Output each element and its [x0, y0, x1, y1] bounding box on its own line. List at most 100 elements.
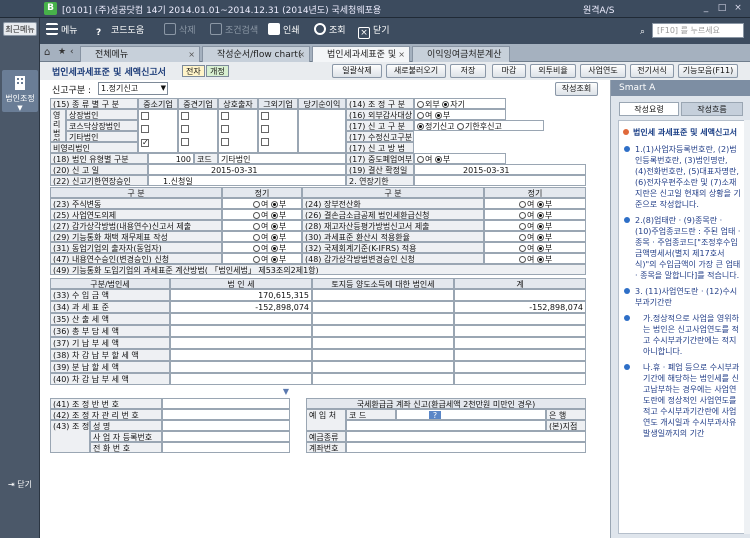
query-button[interactable]: 조회 — [314, 23, 346, 39]
radio-yes[interactable] — [519, 256, 526, 263]
radio-yes[interactable] — [519, 201, 526, 208]
tax-row-land[interactable] — [312, 361, 454, 373]
maximize-button[interactable]: □ — [716, 3, 728, 14]
tax-row-total[interactable] — [454, 337, 586, 349]
division-select[interactable]: 1.정기신고 ▼ — [98, 82, 168, 95]
menu-button[interactable]: 메뉴 — [46, 23, 78, 39]
r19-value[interactable]: 2015-03-31 — [414, 164, 586, 175]
radio-yes[interactable] — [519, 223, 526, 230]
radio-no[interactable] — [434, 156, 442, 163]
tax-row-land[interactable] — [312, 301, 454, 313]
tab-close-icon[interactable]: × — [188, 47, 195, 63]
checkbox[interactable] — [181, 112, 189, 120]
tax-row-corp[interactable] — [170, 373, 312, 385]
tax-row-total[interactable] — [454, 361, 586, 373]
radio-no[interactable] — [536, 234, 544, 241]
tax-row-land[interactable] — [312, 373, 454, 385]
radio-external[interactable] — [417, 101, 424, 108]
r43-bizno-value[interactable] — [162, 431, 290, 442]
electronic-badge[interactable]: 전자 — [182, 65, 205, 77]
tab-flow[interactable]: 작성흐름 — [681, 102, 743, 116]
tax-row-land[interactable] — [312, 349, 454, 361]
bulk-delete-button[interactable]: 일괄삭제 — [332, 64, 382, 78]
revision-badge[interactable]: 개정 — [206, 65, 229, 77]
radio-yes[interactable] — [519, 245, 526, 252]
close-period-button[interactable]: 마감 — [492, 64, 526, 78]
radio-no[interactable] — [536, 223, 544, 230]
menu-search-input[interactable]: [F10] 를 누르세요 — [652, 23, 744, 38]
radio-no[interactable] — [270, 256, 278, 263]
save-button[interactable]: 저장 — [450, 64, 486, 78]
radio-yes[interactable] — [417, 156, 424, 163]
r42-value[interactable] — [162, 409, 290, 420]
law-adjust-button[interactable]: 법인조정 ▼ — [2, 70, 38, 112]
radio-late[interactable] — [457, 123, 464, 130]
checkbox[interactable]: ✓ — [141, 139, 149, 147]
acct-type-input[interactable] — [346, 431, 586, 442]
code-help-button[interactable]: ? 코드도움 — [96, 23, 144, 39]
radio-no[interactable] — [536, 201, 544, 208]
checkbox[interactable] — [221, 112, 229, 120]
r43-phone-value[interactable] — [162, 442, 290, 453]
tax-row-corp[interactable]: 170,615,315 — [170, 289, 312, 301]
radio-yes[interactable] — [253, 201, 260, 208]
netincome-cell[interactable] — [298, 109, 346, 153]
radio-no[interactable] — [270, 201, 278, 208]
query-settings-button[interactable]: 작성조회 — [555, 82, 598, 96]
delete-button[interactable]: 삭제 — [164, 23, 196, 39]
radio-yes[interactable] — [253, 234, 260, 241]
tab-all-menu[interactable]: 전체메뉴 × — [80, 46, 200, 62]
r22-value[interactable]: 1.신청일 — [148, 175, 346, 186]
r18-value[interactable]: 100 — [148, 153, 194, 164]
bank-code-input[interactable]: ? — [396, 409, 546, 420]
checkbox[interactable] — [141, 125, 149, 133]
radio-no[interactable] — [434, 112, 442, 119]
checkbox[interactable] — [181, 125, 189, 133]
cond-search-button[interactable]: 조건검색 — [210, 23, 258, 39]
tab-guide[interactable]: 작성요령 — [619, 102, 679, 116]
side-close-button[interactable]: ⇥ 닫기 — [2, 478, 38, 492]
foreign-ratio-button[interactable]: 외투비율 — [530, 64, 576, 78]
radio-yes[interactable] — [253, 223, 260, 230]
checkbox[interactable] — [221, 138, 229, 146]
tax-row-corp[interactable]: -152,898,074 — [170, 301, 312, 313]
checkbox[interactable] — [181, 138, 189, 146]
remote-support-link[interactable]: 원격A/S — [583, 3, 614, 16]
tax-row-total[interactable] — [454, 373, 586, 385]
tab-tax-return[interactable]: 법인세과세표준 및 × — [312, 46, 410, 62]
star-icon[interactable]: ★ — [58, 47, 66, 57]
reload-button[interactable]: 새로불러오기 — [386, 64, 446, 78]
radio-no[interactable] — [270, 212, 278, 219]
radio-yes[interactable] — [253, 212, 260, 219]
collapse-icon[interactable]: ▼ — [280, 388, 292, 396]
prev-form-button[interactable]: 전기서식 — [630, 64, 674, 78]
tax-row-total[interactable]: -152,898,074 — [454, 301, 586, 313]
checkbox[interactable] — [261, 125, 269, 133]
tax-row-total[interactable] — [454, 289, 586, 301]
tab-close-icon[interactable]: × — [398, 47, 405, 63]
print-button[interactable]: 인쇄 — [268, 23, 300, 39]
home-icon[interactable]: ⌂ — [44, 47, 50, 58]
tab-close-icon[interactable]: × — [298, 47, 305, 63]
radio-no[interactable] — [536, 256, 544, 263]
checkbox[interactable] — [261, 138, 269, 146]
tax-row-land[interactable] — [312, 313, 454, 325]
acct-no-input[interactable] — [346, 442, 586, 453]
recent-menu-button[interactable]: 최근메뉴 — [3, 22, 37, 36]
tax-row-corp[interactable] — [170, 349, 312, 361]
radio-regular[interactable] — [417, 123, 424, 130]
radio-no[interactable] — [536, 245, 544, 252]
r20-value[interactable]: 2015-03-31 — [148, 164, 346, 175]
close-button[interactable]: × 닫기 — [358, 23, 390, 39]
radio-no[interactable] — [536, 212, 544, 219]
tax-row-land[interactable] — [312, 289, 454, 301]
tax-row-total[interactable] — [454, 349, 586, 361]
tab-retained-earnings[interactable]: 이익잉여금처분계산 — [412, 46, 510, 62]
checkbox[interactable] — [141, 112, 149, 120]
checkbox[interactable] — [221, 125, 229, 133]
radio-yes[interactable] — [253, 256, 260, 263]
tax-row-land[interactable] — [312, 325, 454, 337]
radio-yes[interactable] — [417, 112, 424, 119]
prev-tab-icon[interactable]: ‹ — [70, 47, 74, 57]
radio-no[interactable] — [270, 223, 278, 230]
